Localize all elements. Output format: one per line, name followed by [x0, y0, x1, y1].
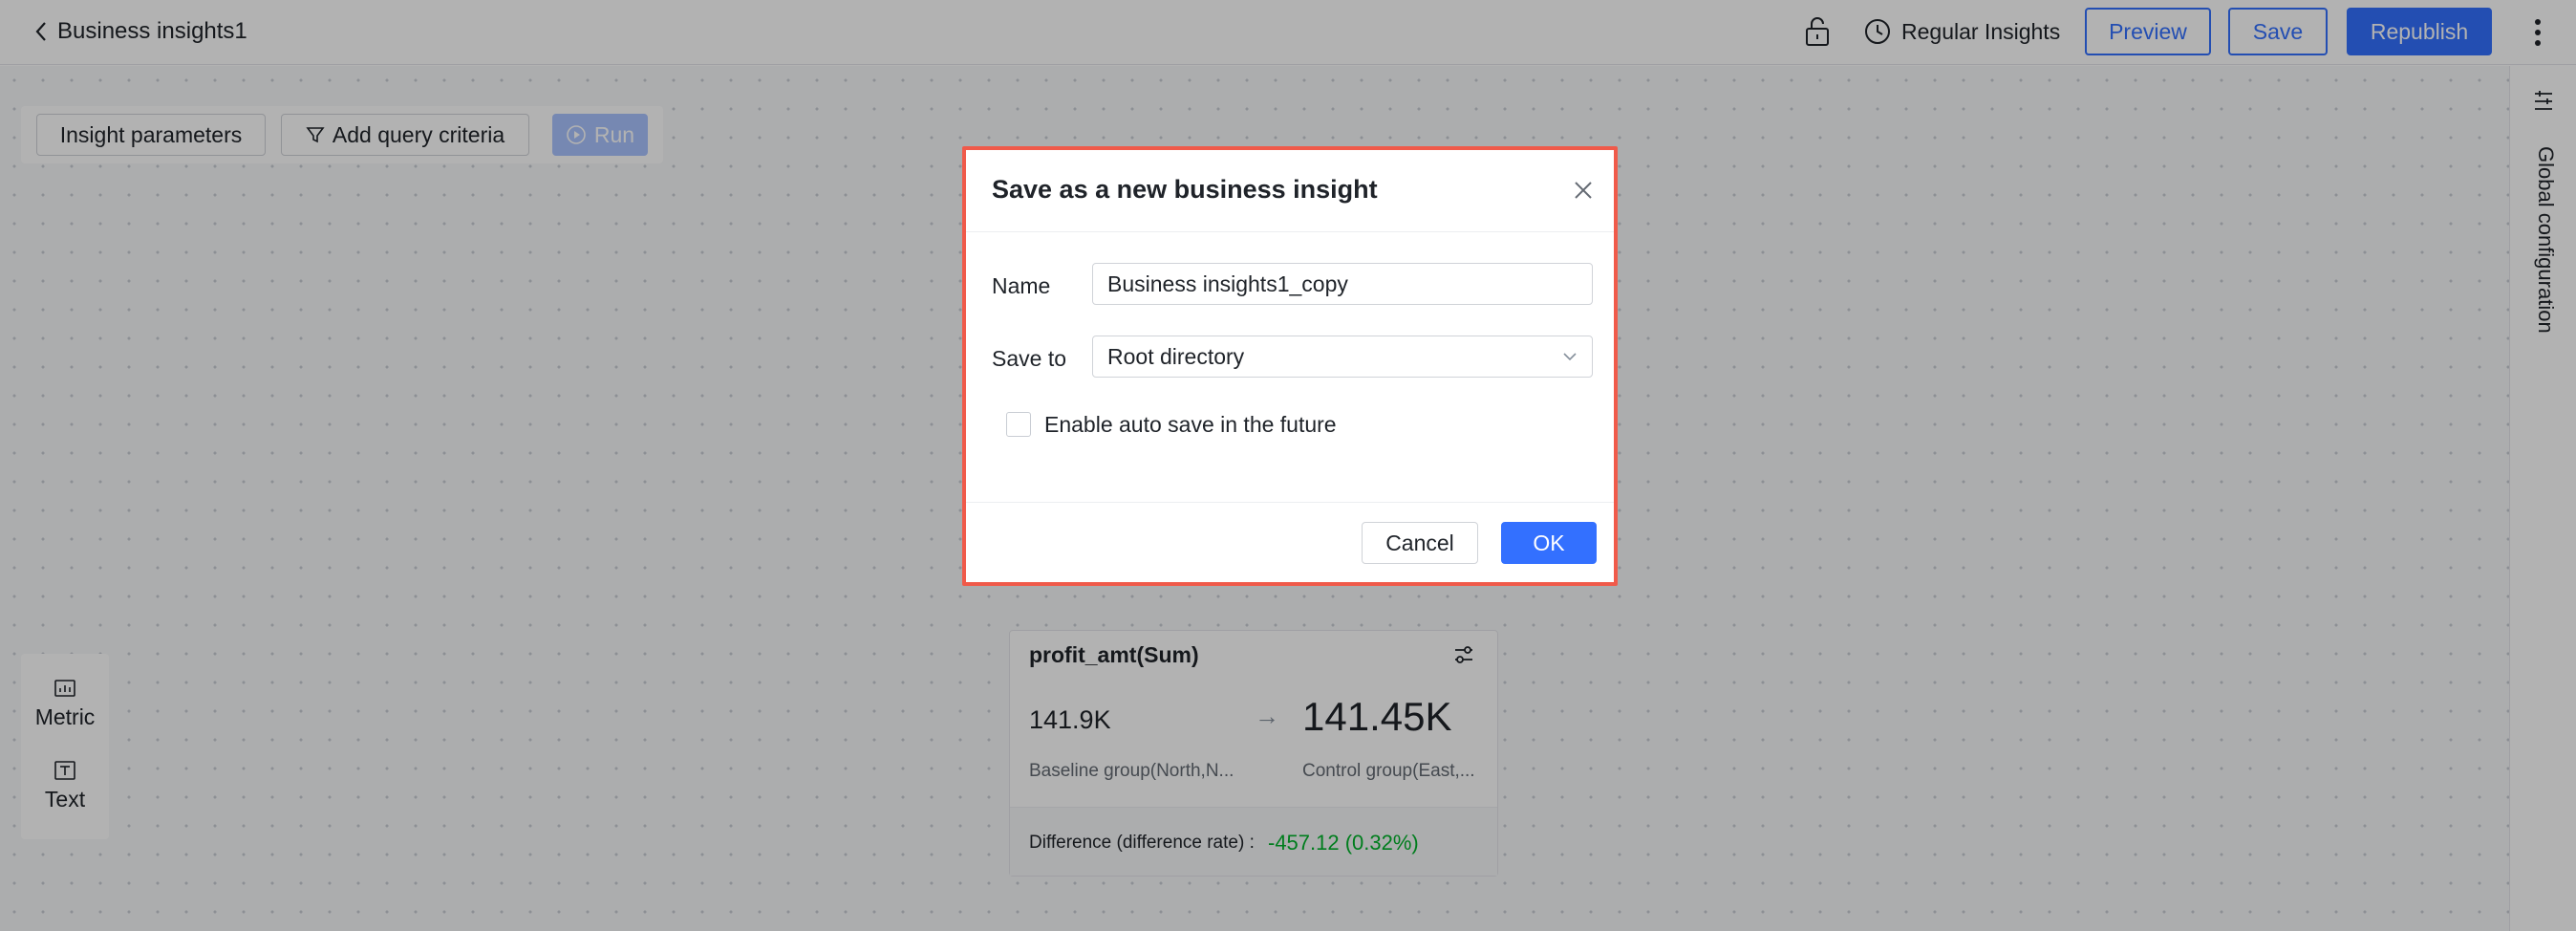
cancel-button[interactable]: Cancel	[1362, 522, 1478, 564]
save-to-value: Root directory	[1107, 343, 1245, 369]
auto-save-option[interactable]: Enable auto save in the future	[1006, 410, 1337, 439]
auto-save-checkbox[interactable]	[1006, 412, 1031, 437]
auto-save-label: Enable auto save in the future	[1044, 411, 1337, 437]
dialog-footer: Cancel OK	[966, 502, 1614, 582]
chevron-down-icon	[1563, 353, 1577, 361]
name-label: Name	[992, 273, 1051, 298]
dialog-header: Save as a new business insight	[966, 150, 1614, 232]
dialog-title: Save as a new business insight	[992, 175, 1378, 204]
save-to-label: Save to	[992, 346, 1066, 371]
name-input[interactable]: Business insights1_copy	[1092, 263, 1593, 305]
save-as-dialog: Save as a new business insight Name Busi…	[962, 146, 1618, 586]
close-icon[interactable]	[1570, 177, 1597, 204]
save-to-select[interactable]: Root directory	[1092, 336, 1593, 378]
ok-button[interactable]: OK	[1501, 522, 1597, 564]
